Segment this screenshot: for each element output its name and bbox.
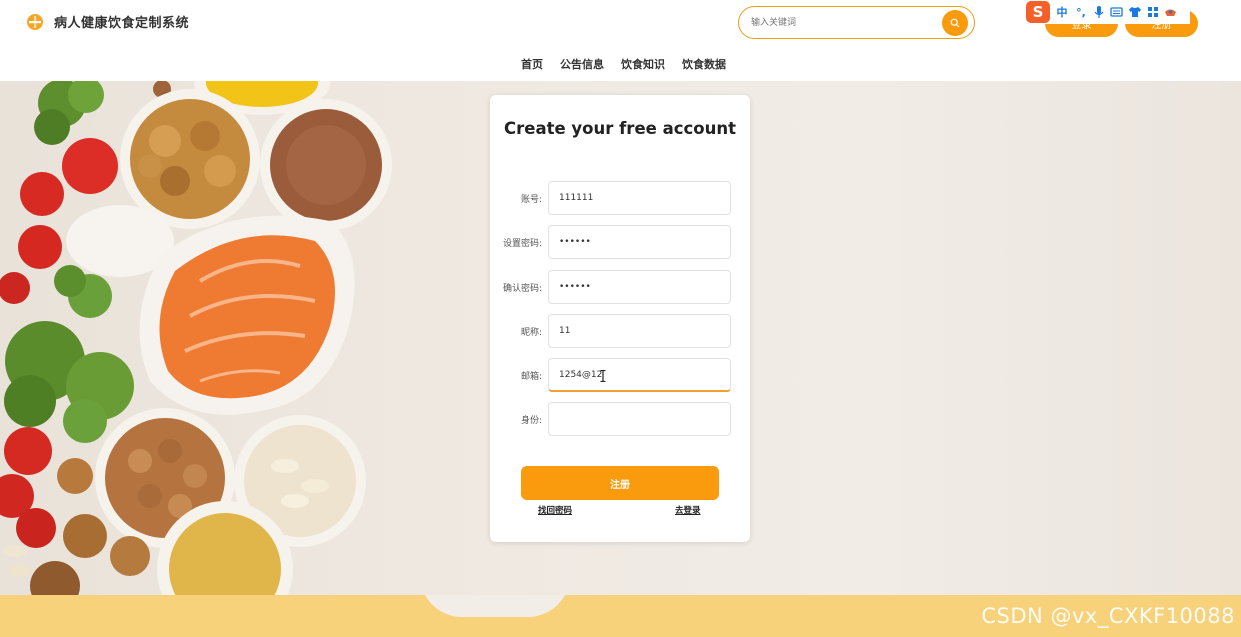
search-input[interactable] (751, 14, 931, 32)
shirt-icon[interactable] (1128, 6, 1142, 18)
nav-item-home[interactable]: 首页 (521, 56, 543, 72)
ime-toolbar: S 中 °, (1024, 0, 1190, 24)
nav-item-announcements[interactable]: 公告信息 (560, 56, 604, 72)
submit-register-button[interactable]: 注册 (521, 466, 719, 500)
field-row-account: 账号: 111111 (490, 181, 750, 215)
form-title: Create your free account (504, 119, 736, 138)
keyboard-icon[interactable] (1110, 6, 1123, 18)
password-input[interactable]: •••••• (548, 225, 731, 259)
food-background-image (0, 81, 392, 595)
nav-item-diet-data[interactable]: 饮食数据 (682, 56, 726, 72)
main-nav: 首页 公告信息 饮食知识 饮食数据 (521, 56, 726, 72)
role-select[interactable] (548, 402, 731, 436)
account-label: 账号: (520, 195, 542, 205)
role-label: 身份: (520, 416, 542, 426)
search-button[interactable] (942, 10, 968, 36)
forgot-password-link[interactable]: 找回密码 (538, 504, 572, 516)
field-row-confirm-password: 确认密码: •••••• (490, 270, 750, 304)
email-label: 邮箱: (520, 372, 542, 382)
ime-mode-toggle[interactable]: 中 (1055, 4, 1069, 20)
logo-icon (27, 13, 43, 30)
watermark-text: CSDN @vx_CXKF10088 (981, 604, 1235, 628)
email-input[interactable]: 1254@12 (548, 358, 731, 392)
field-row-nickname: 昵称: 11 (490, 314, 750, 348)
site-header: 病人健康饮食定制系统 登录 注册 S 中 °, (0, 0, 1241, 81)
confirm-password-input[interactable]: •••••• (548, 270, 731, 304)
site-logo[interactable]: 病人健康饮食定制系统 (26, 12, 189, 31)
confirm-password-label: 确认密码: (502, 284, 542, 294)
nav-item-diet-knowledge[interactable]: 饮食知识 (621, 56, 665, 72)
ime-punctuation-toggle[interactable]: °, (1074, 6, 1088, 19)
register-card: Create your free account 账号: 111111 设置密码… (490, 95, 750, 542)
mic-icon[interactable] (1093, 5, 1105, 19)
nickname-label: 昵称: (520, 328, 542, 338)
toolbox-icon[interactable] (1164, 6, 1177, 18)
field-row-role: 身份: (490, 402, 750, 436)
account-input[interactable]: 111111 (548, 181, 731, 215)
footer-curve (420, 595, 570, 617)
nickname-input[interactable]: 11 (548, 314, 731, 348)
goto-login-link[interactable]: 去登录 (675, 504, 701, 516)
site-title: 病人健康饮食定制系统 (54, 16, 190, 31)
password-label: 设置密码: (502, 239, 542, 249)
search-icon (950, 18, 960, 28)
field-row-email: 邮箱: 1254@12 (490, 358, 750, 392)
ime-logo-icon[interactable]: S (1026, 1, 1050, 23)
text-cursor-icon (600, 370, 606, 382)
field-row-password: 设置密码: •••••• (490, 225, 750, 259)
search-box (738, 6, 975, 39)
grid-icon[interactable] (1147, 6, 1159, 18)
